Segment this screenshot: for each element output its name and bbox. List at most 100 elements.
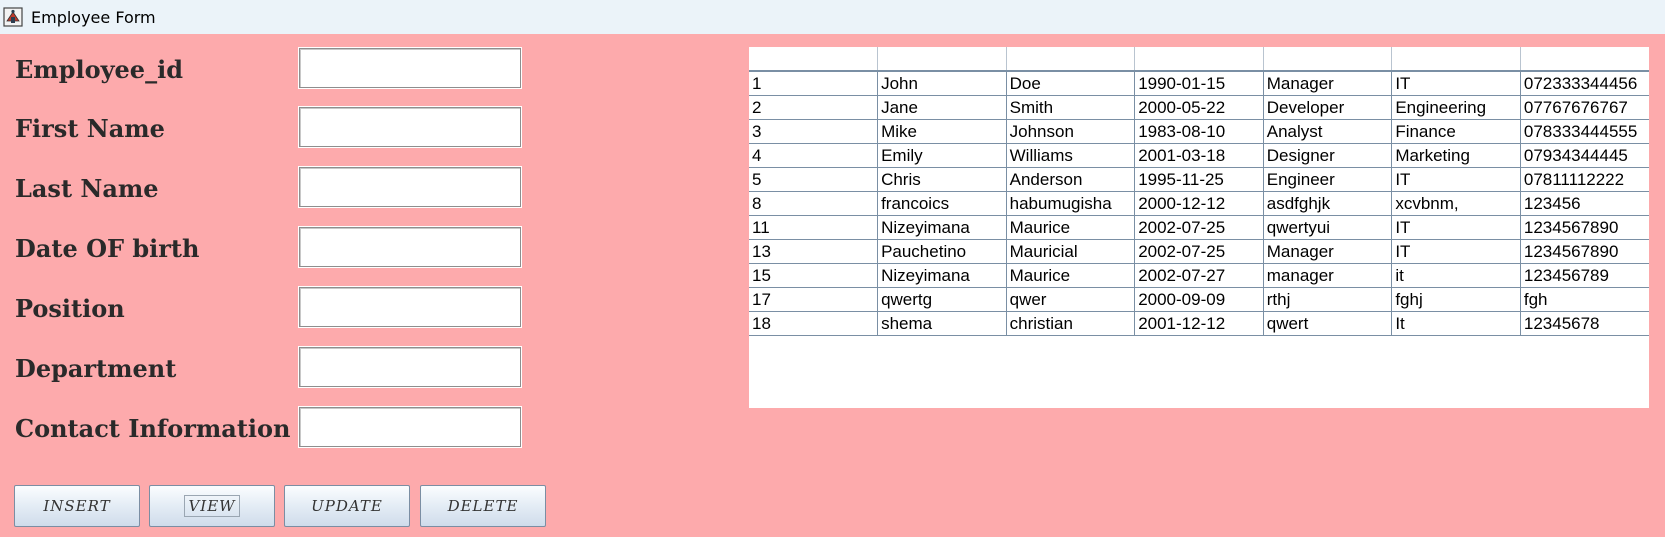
table-cell[interactable]: Finance [1391, 119, 1521, 144]
table-cell[interactable]: Engineer [1262, 167, 1393, 192]
table-cell[interactable]: manager [1262, 263, 1393, 288]
column-header[interactable] [749, 47, 879, 72]
table-cell[interactable]: 1983-08-10 [1134, 119, 1264, 144]
table-cell[interactable]: Mauricial [1005, 239, 1136, 264]
table-cell[interactable]: qwer [1005, 287, 1136, 312]
table-cell[interactable]: Smith [1005, 95, 1136, 120]
table-cell[interactable]: IT [1391, 239, 1521, 264]
employee-id-input[interactable] [299, 48, 521, 88]
table-cell[interactable]: xcvbnm, [1391, 191, 1521, 216]
table-cell[interactable]: 2001-12-12 [1134, 311, 1264, 336]
table-cell[interactable]: rthj [1262, 287, 1393, 312]
table-cell[interactable]: Engineering [1391, 95, 1521, 120]
delete-button[interactable]: DELETE [420, 485, 546, 527]
table-cell[interactable]: 1990-01-15 [1134, 70, 1264, 96]
table-cell[interactable]: Maurice [1005, 215, 1136, 240]
table-cell[interactable]: 123456789 [1519, 263, 1649, 288]
table-cell[interactable]: habumugisha [1005, 191, 1136, 216]
table-cell[interactable]: 12345678 [1519, 311, 1649, 336]
table-cell[interactable]: 3 [749, 119, 879, 144]
table-cell[interactable]: 1234567890 [1519, 215, 1649, 240]
first-name-input[interactable] [299, 107, 521, 147]
table-cell[interactable]: Developer [1262, 95, 1393, 120]
table-cell[interactable]: Maurice [1005, 263, 1136, 288]
table-cell[interactable]: It [1391, 311, 1521, 336]
table-cell[interactable]: 17 [749, 287, 879, 312]
table-cell[interactable]: Chris [877, 167, 1007, 192]
employee-table[interactable]: 1 John Doe 1990-01-15 Manager IT 072333344456 2… [749, 47, 1649, 336]
employee-table-panel[interactable]: 1 John Doe 1990-01-15 Manager IT 072333344456 2… [749, 47, 1649, 408]
table-cell[interactable]: 4 [749, 143, 879, 168]
table-cell[interactable]: Anderson [1005, 167, 1136, 192]
table-cell[interactable]: 2000-12-12 [1134, 191, 1264, 216]
table-cell[interactable]: 2000-05-22 [1134, 95, 1264, 120]
table-cell[interactable]: fgh [1519, 287, 1649, 312]
table-row[interactable]: 4 Emily Williams 2001-03-18 Designer Marketin… [749, 143, 1649, 168]
table-row[interactable]: 11 Nizeyimana Maurice 2002-07-25 qwertyui IT 1… [749, 215, 1649, 240]
table-cell[interactable]: 07767676767 [1519, 95, 1649, 120]
position-input[interactable] [299, 287, 521, 327]
table-cell[interactable]: 2002-07-27 [1134, 263, 1264, 288]
table-cell[interactable]: 2001-03-18 [1134, 143, 1264, 168]
view-button[interactable]: VIEW [149, 485, 275, 527]
table-cell[interactable]: 2002-07-25 [1134, 239, 1264, 264]
table-row[interactable]: 1 John Doe 1990-01-15 Manager IT 072333344456 [749, 70, 1649, 96]
insert-button[interactable]: INSERT [14, 485, 140, 527]
department-input[interactable] [299, 347, 521, 387]
table-cell[interactable]: Jane [877, 95, 1007, 120]
table-row[interactable]: 15 Nizeyimana Maurice 2002-07-27 manager it 12… [749, 263, 1649, 288]
table-cell[interactable]: 078333444555 [1519, 119, 1649, 144]
table-cell[interactable]: 07811112222 [1519, 167, 1649, 192]
column-header[interactable] [877, 47, 1007, 72]
table-cell[interactable]: christian [1005, 311, 1136, 336]
table-cell[interactable]: it [1391, 263, 1521, 288]
table-cell[interactable]: Designer [1262, 143, 1393, 168]
table-row[interactable]: 2 Jane Smith 2000-05-22 Developer Engineering… [749, 95, 1649, 120]
table-cell[interactable]: Pauchetino [877, 239, 1007, 264]
table-cell[interactable]: Emily [877, 143, 1007, 168]
table-cell[interactable]: Analyst [1262, 119, 1393, 144]
table-cell[interactable]: qwertyui [1262, 215, 1393, 240]
table-cell[interactable]: 2 [749, 95, 879, 120]
table-cell[interactable]: 123456 [1519, 191, 1649, 216]
table-cell[interactable]: Doe [1005, 70, 1136, 96]
table-cell[interactable]: Manager [1262, 239, 1393, 264]
column-header[interactable] [1263, 47, 1393, 72]
contact-information-input[interactable] [299, 407, 521, 447]
table-cell[interactable]: John [877, 70, 1007, 96]
table-cell[interactable]: Johnson [1005, 119, 1136, 144]
table-cell[interactable]: Mike [877, 119, 1007, 144]
table-row[interactable]: 13 Pauchetino Mauricial 2002-07-25 Manager IT… [749, 239, 1649, 264]
table-cell[interactable]: 2002-07-25 [1134, 215, 1264, 240]
table-cell[interactable]: 15 [749, 263, 879, 288]
table-cell[interactable]: francoics [877, 191, 1007, 216]
table-cell[interactable]: 07934344445 [1519, 143, 1649, 168]
table-cell[interactable]: Nizeyimana [877, 263, 1007, 288]
table-row[interactable]: 17 qwertg qwer 2000-09-09 rthj fghj fgh [749, 287, 1649, 312]
table-cell[interactable]: Williams [1005, 143, 1136, 168]
table-cell[interactable]: 5 [749, 167, 879, 192]
date-of-birth-input[interactable] [299, 227, 521, 267]
column-header[interactable] [1006, 47, 1136, 72]
table-cell[interactable]: IT [1391, 167, 1521, 192]
table-cell[interactable]: 18 [749, 311, 879, 336]
table-cell[interactable]: asdfghjk [1262, 191, 1393, 216]
table-cell[interactable]: 2000-09-09 [1134, 287, 1264, 312]
update-button[interactable]: UPDATE [284, 485, 410, 527]
table-row[interactable]: 5 Chris Anderson 1995-11-25 Engineer IT 078111… [749, 167, 1649, 192]
table-cell[interactable]: Nizeyimana [877, 215, 1007, 240]
table-cell[interactable]: qwertg [877, 287, 1007, 312]
table-cell[interactable]: IT [1391, 70, 1521, 96]
table-cell[interactable]: Manager [1262, 70, 1393, 96]
table-cell[interactable]: 11 [749, 215, 879, 240]
table-cell[interactable]: 8 [749, 191, 879, 216]
last-name-input[interactable] [299, 167, 521, 207]
table-cell[interactable]: 1995-11-25 [1134, 167, 1264, 192]
table-cell[interactable]: shema [877, 311, 1007, 336]
table-cell[interactable]: 1 [749, 70, 879, 96]
table-cell[interactable]: qwert [1262, 311, 1393, 336]
table-cell[interactable]: IT [1391, 215, 1521, 240]
table-row[interactable]: 18 shema christian 2001-12-12 qwert It 1234567… [749, 311, 1649, 336]
table-cell[interactable]: 072333344456 [1519, 70, 1649, 96]
column-header[interactable] [1134, 47, 1264, 72]
